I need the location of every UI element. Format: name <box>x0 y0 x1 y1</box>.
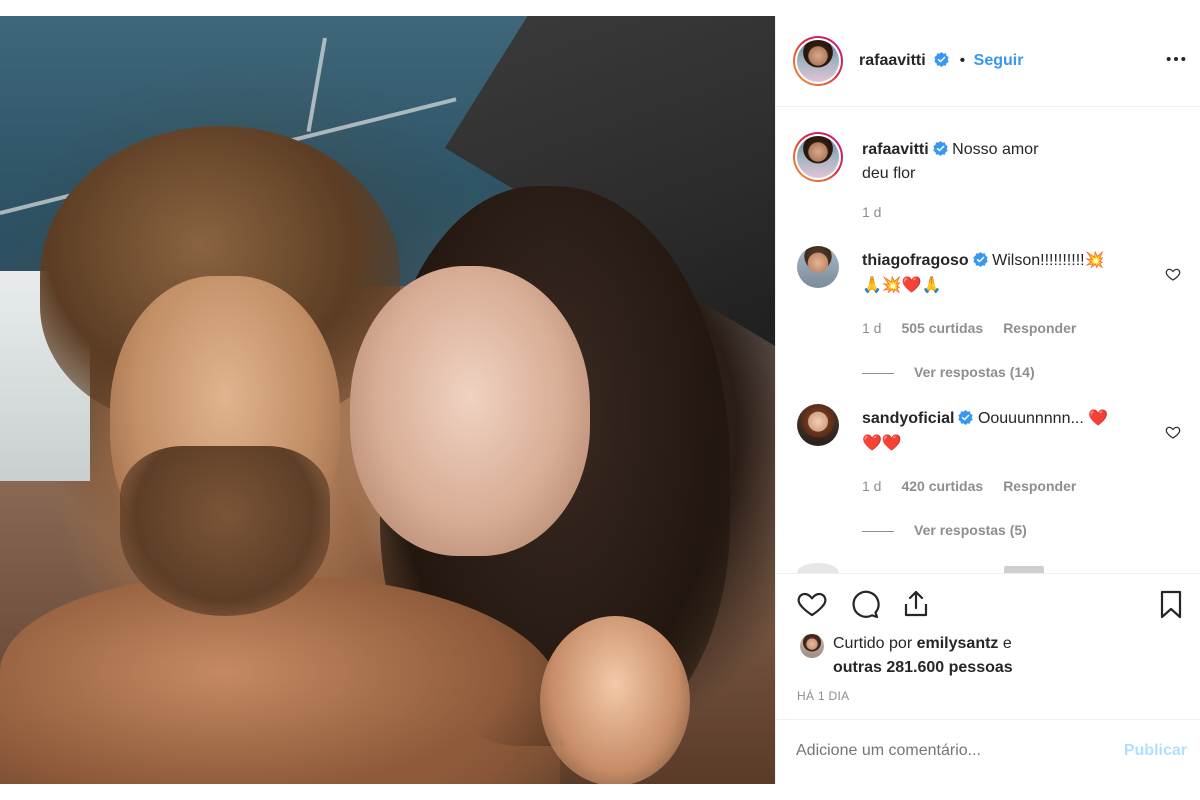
replies-divider <box>862 372 894 374</box>
comment-meta: 1 d 420 curtidas Responder <box>862 478 1076 494</box>
caption-line-1: Nosso amor <box>952 141 1039 158</box>
separator-dot: • <box>959 52 966 69</box>
verified-badge-icon <box>934 52 949 67</box>
woman-face <box>350 266 590 556</box>
follow-button[interactable]: Seguir <box>974 52 1024 69</box>
liker-username[interactable]: emilysantz <box>917 635 999 652</box>
man-beard <box>120 446 330 616</box>
likes-prefix: Curtido por <box>833 635 913 652</box>
comment-likes[interactable]: 420 curtidas <box>901 478 983 494</box>
commenter-avatar[interactable] <box>797 404 839 446</box>
post-time-ago[interactable]: HÁ 1 DIA <box>797 689 849 703</box>
woman-shoulder <box>540 616 690 784</box>
comments-list[interactable]: rafaavitti Nosso amor deu flor 1 d thiag… <box>776 108 1200 573</box>
likes-others[interactable]: outras 281.600 pessoas <box>833 659 1013 676</box>
comment-body: Wilson!!!!!!!!!! <box>992 252 1085 269</box>
comment-text: thiagofragoso Wilson!!!!!!!!!!💥 🙏💥❤️🙏 <box>862 248 1162 298</box>
author-username[interactable]: rafaavitti <box>859 52 926 69</box>
comment-like-heart-icon[interactable] <box>1165 424 1181 440</box>
comment-emoji: 💥 <box>1084 250 1105 269</box>
verified-badge-icon <box>933 141 948 156</box>
comment-time: 1 d <box>862 320 882 336</box>
next-comment-avatar-peek <box>797 563 839 573</box>
caption-time: 1 d <box>862 204 882 220</box>
comment-like-heart-icon[interactable] <box>1165 266 1181 282</box>
more-options-icon[interactable] <box>1165 48 1187 70</box>
likes-text: Curtido por emilysantz e outras 281.600 … <box>833 632 1093 680</box>
author-name-line: rafaavitti • Seguir <box>859 52 1023 70</box>
reply-button[interactable]: Responder <box>1003 320 1076 336</box>
reply-button[interactable]: Responder <box>1003 478 1076 494</box>
view-replies-button[interactable]: Ver respostas (5) <box>862 522 1027 538</box>
replies-divider <box>862 530 894 532</box>
publish-button[interactable]: Publicar <box>1124 742 1187 760</box>
caption-line-2: deu flor <box>862 165 916 182</box>
add-comment-bar: Publicar <box>776 719 1200 784</box>
next-comment-peek <box>1004 566 1044 573</box>
caption-username[interactable]: rafaavitti <box>862 141 929 158</box>
post-sidebar: rafaavitti • Seguir rafaavitti Nosso amo… <box>775 16 1200 784</box>
view-replies-button[interactable]: Ver respostas (14) <box>862 364 1035 380</box>
verified-badge-icon <box>972 252 988 267</box>
bookmark-icon[interactable] <box>1155 588 1187 620</box>
comment-likes[interactable]: 505 curtidas <box>901 320 983 336</box>
comment-meta: 1 d 505 curtidas Responder <box>862 320 1076 336</box>
comment-emoji: ❤️ <box>1088 408 1109 427</box>
comment-input[interactable] <box>796 742 1096 760</box>
heart-icon[interactable] <box>796 588 828 620</box>
likes-connector: e <box>1002 635 1012 652</box>
comment-username[interactable]: sandyoficial <box>862 410 954 427</box>
comment-icon[interactable] <box>848 588 880 620</box>
comment-username[interactable]: thiagofragoso <box>862 252 969 269</box>
verified-badge-icon <box>958 410 974 425</box>
commenter-avatar[interactable] <box>797 246 839 288</box>
caption-text: rafaavitti Nosso amor deu flor <box>862 138 1082 186</box>
comment-body: Oouuunnnnn... <box>977 410 1084 427</box>
post-photo[interactable] <box>0 16 775 784</box>
post-actions: Curtido por emilysantz e outras 281.600 … <box>776 573 1200 719</box>
comment-text: sandyoficial Oouuunnnnn... ❤️ ❤️❤️ <box>862 406 1162 456</box>
liker-avatar[interactable] <box>800 634 824 658</box>
view-replies-label: Ver respostas (5) <box>914 522 1027 538</box>
comment-emoji-line: 🙏💥❤️🙏 <box>862 275 942 294</box>
share-icon[interactable] <box>900 588 932 620</box>
caption-author-avatar[interactable] <box>793 132 843 182</box>
post-header: rafaavitti • Seguir <box>776 16 1200 107</box>
author-avatar[interactable] <box>793 36 843 86</box>
view-replies-label: Ver respostas (14) <box>914 364 1035 380</box>
comment-emoji-line: ❤️❤️ <box>862 433 902 452</box>
comment-time: 1 d <box>862 478 882 494</box>
